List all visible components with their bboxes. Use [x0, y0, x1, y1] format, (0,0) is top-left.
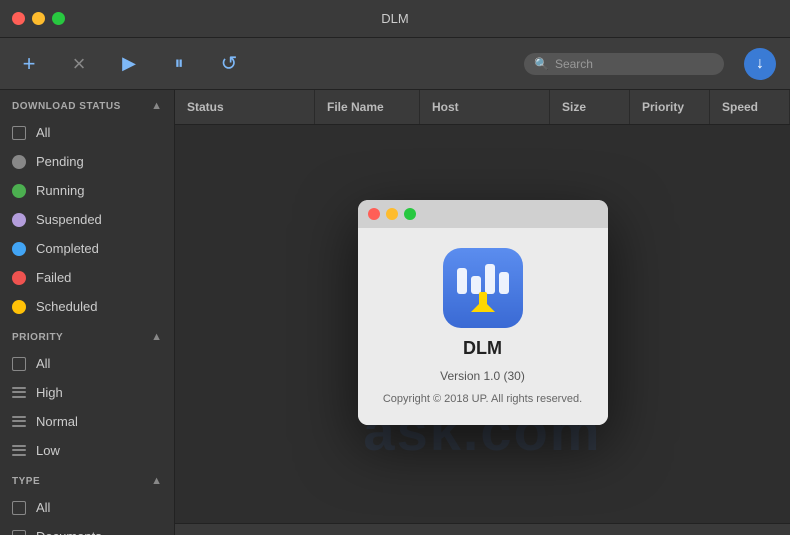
download-status-label: DOWNLOAD STATUS — [12, 101, 121, 112]
sidebar-item-pending[interactable]: Pending — [0, 147, 174, 176]
play-button[interactable]: ▶ — [114, 49, 144, 79]
pending-icon — [12, 155, 26, 169]
download-status-chevron: ▲ — [151, 100, 162, 112]
sidebar-item-all[interactable]: All — [0, 118, 174, 147]
priority-all-icon — [12, 357, 26, 371]
sidebar-item-low-label: Low — [36, 443, 60, 458]
type-label: TYPE — [12, 476, 40, 487]
type-all-icon — [12, 501, 26, 515]
sidebar-item-priority-all[interactable]: All — [0, 349, 174, 378]
sidebar-item-failed[interactable]: Failed — [0, 263, 174, 292]
sidebar-item-running-label: Running — [36, 183, 84, 198]
running-icon — [12, 184, 26, 198]
priority-label: PRIORITY — [12, 332, 63, 343]
add-button[interactable]: + — [14, 49, 44, 79]
about-dialog: DLM Version 1.0 (30) Copyright © 2018 UP… — [358, 200, 608, 425]
low-priority-icon — [12, 444, 26, 458]
sidebar-item-failed-label: Failed — [36, 270, 71, 285]
sidebar-item-suspended[interactable]: Suspended — [0, 205, 174, 234]
title-bar: DLM — [0, 0, 790, 38]
download-button[interactable]: ↓ — [744, 48, 776, 80]
failed-icon — [12, 271, 26, 285]
dialog-close-button[interactable] — [368, 208, 380, 220]
sidebar-item-type-all[interactable]: All — [0, 493, 174, 522]
sidebar-item-pending-label: Pending — [36, 154, 84, 169]
sidebar-item-normal[interactable]: Normal — [0, 407, 174, 436]
maximize-button[interactable] — [52, 12, 65, 25]
toolbar: + × ▶ ⏸ ↺ 🔍 ↓ — [0, 38, 790, 90]
sidebar-item-scheduled[interactable]: Scheduled — [0, 292, 174, 321]
dialog-maximize-button[interactable] — [404, 208, 416, 220]
app-icon — [443, 248, 523, 328]
suspended-icon — [12, 213, 26, 227]
refresh-button[interactable]: ↺ — [214, 49, 244, 79]
sidebar: DOWNLOAD STATUS ▲ All Pending Running Su… — [0, 90, 175, 535]
sidebar-item-low[interactable]: Low — [0, 436, 174, 465]
dialog-overlay: DLM Version 1.0 (30) Copyright © 2018 UP… — [175, 90, 790, 535]
sidebar-item-normal-label: Normal — [36, 414, 78, 429]
dialog-app-name: DLM — [463, 338, 502, 359]
traffic-lights — [12, 12, 65, 25]
dialog-version: Version 1.0 (30) — [440, 369, 525, 383]
content-area: Status File Name Host Size Priority Spee… — [175, 90, 790, 535]
search-icon: 🔍 — [534, 57, 549, 71]
dialog-minimize-button[interactable] — [386, 208, 398, 220]
dialog-titlebar — [358, 200, 608, 228]
pause-button[interactable]: ⏸ — [164, 49, 194, 79]
sidebar-item-documents[interactable]: Documents — [0, 522, 174, 535]
high-priority-icon — [12, 386, 26, 400]
type-section-header: TYPE ▲ — [0, 465, 174, 493]
search-bar: 🔍 — [524, 53, 724, 75]
sidebar-item-type-all-label: All — [36, 500, 50, 515]
window-title: DLM — [381, 11, 408, 26]
priority-section-header: PRIORITY ▲ — [0, 321, 174, 349]
minimize-button[interactable] — [32, 12, 45, 25]
sidebar-item-running[interactable]: Running — [0, 176, 174, 205]
sidebar-item-documents-label: Documents — [36, 529, 102, 535]
type-chevron: ▲ — [151, 475, 162, 487]
documents-icon — [12, 530, 26, 535]
close-icon-button[interactable]: × — [64, 49, 94, 79]
priority-chevron: ▲ — [151, 331, 162, 343]
sidebar-item-scheduled-label: Scheduled — [36, 299, 97, 314]
normal-priority-icon — [12, 415, 26, 429]
sidebar-item-suspended-label: Suspended — [36, 212, 102, 227]
sidebar-item-priority-all-label: All — [36, 356, 50, 371]
completed-icon — [12, 242, 26, 256]
scheduled-icon — [12, 300, 26, 314]
sidebar-item-high-label: High — [36, 385, 63, 400]
sidebar-item-completed-label: Completed — [36, 241, 99, 256]
main-layout: DOWNLOAD STATUS ▲ All Pending Running Su… — [0, 90, 790, 535]
dialog-copyright: Copyright © 2018 UP. All rights reserved… — [383, 393, 582, 405]
sidebar-item-completed[interactable]: Completed — [0, 234, 174, 263]
dialog-body: DLM Version 1.0 (30) Copyright © 2018 UP… — [358, 228, 608, 425]
sidebar-item-all-label: All — [36, 125, 50, 140]
search-input[interactable] — [555, 57, 714, 71]
sidebar-item-high[interactable]: High — [0, 378, 174, 407]
all-icon — [12, 126, 26, 140]
close-button[interactable] — [12, 12, 25, 25]
download-status-section-header: DOWNLOAD STATUS ▲ — [0, 90, 174, 118]
